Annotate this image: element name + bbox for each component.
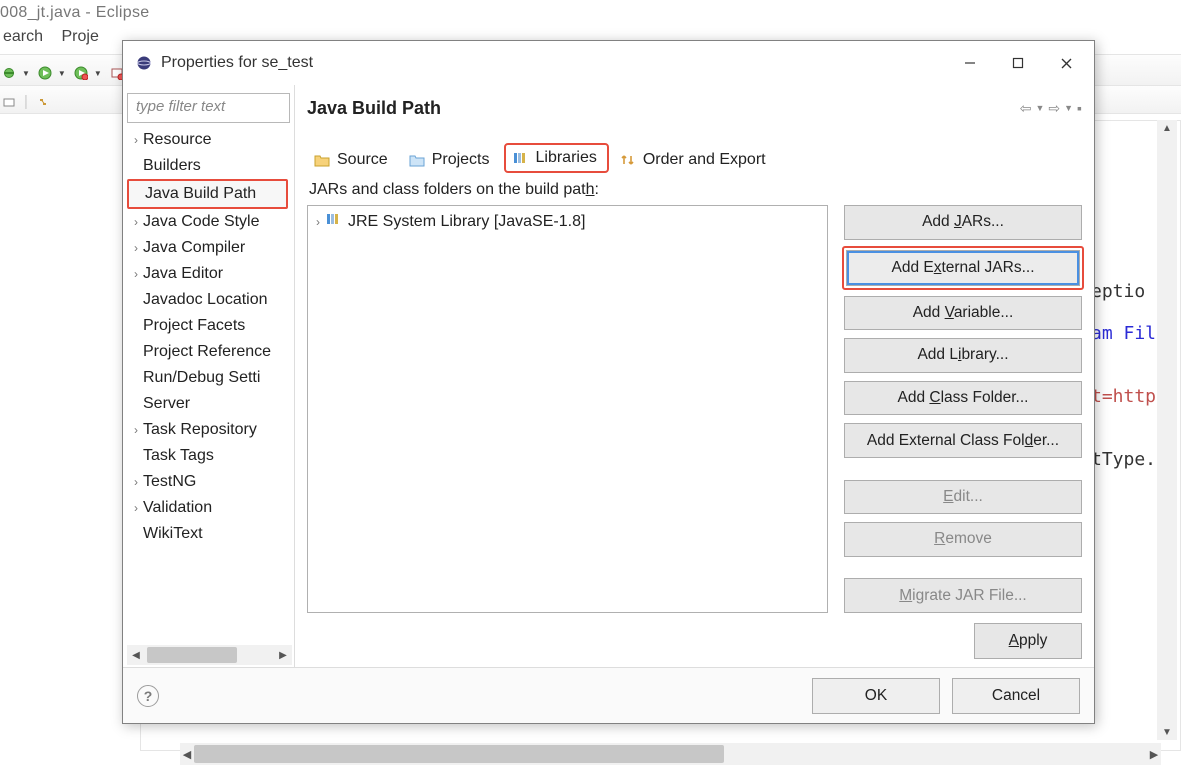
nav-javadoc-location[interactable]: ›Javadoc Location xyxy=(127,287,292,313)
nav-buttons[interactable]: ⇦▼ ⇨▼ ▪ xyxy=(1020,100,1082,117)
nav-project-facets[interactable]: ›Project Facets xyxy=(127,313,292,339)
back-icon[interactable]: ⇦ xyxy=(1020,100,1032,117)
nav-builders[interactable]: ›Builders xyxy=(127,153,292,179)
nav-run-debug[interactable]: ›Run/Debug Setti xyxy=(127,365,292,391)
order-export-icon xyxy=(619,152,637,168)
nav-resource[interactable]: ›Resource xyxy=(127,127,292,153)
add-external-jars-highlight: Add External JARs... xyxy=(842,246,1084,290)
maximize-button[interactable] xyxy=(994,45,1042,81)
debug-icon[interactable] xyxy=(0,64,18,82)
tab-order-export[interactable]: Order and Export xyxy=(613,147,776,173)
dialog-titlebar[interactable]: Properties for se_test xyxy=(123,41,1094,85)
nav-project-references[interactable]: ›Project Reference xyxy=(127,339,292,365)
add-jars-button[interactable]: Add JARs... xyxy=(844,205,1082,240)
nav-java-editor[interactable]: ›Java Editor xyxy=(127,261,292,287)
add-variable-button[interactable]: Add Variable... xyxy=(844,296,1082,331)
libraries-subtitle: JARs and class folders on the build path… xyxy=(307,173,1082,205)
run-icon[interactable] xyxy=(36,64,54,82)
dropdown-icon[interactable]: ▼ xyxy=(58,69,66,78)
library-icon xyxy=(326,212,342,231)
properties-sidebar: type filter text ›Resource ›Builders ›Ja… xyxy=(123,85,295,667)
eclipse-icon xyxy=(135,54,153,72)
projects-folder-icon xyxy=(408,152,426,168)
scroll-left-icon[interactable]: ◀ xyxy=(127,647,145,663)
menu-project[interactable]: Proje xyxy=(61,28,98,45)
nav-wikitext[interactable]: ›WikiText xyxy=(127,521,292,547)
scrollbar-thumb[interactable] xyxy=(147,647,237,663)
run-last-icon[interactable] xyxy=(72,64,90,82)
list-item[interactable]: › JRE System Library [JavaSE-1.8] xyxy=(316,212,819,231)
properties-dialog: Properties for se_test type filter text … xyxy=(122,40,1095,724)
nav-server[interactable]: ›Server xyxy=(127,391,292,417)
vertical-scrollbar[interactable]: ▲ ▼ xyxy=(1157,120,1177,740)
page-title: Java Build Path xyxy=(307,98,441,119)
add-external-class-folder-button[interactable]: Add External Class Folder... xyxy=(844,423,1082,458)
ok-button[interactable]: OK xyxy=(812,678,940,714)
link-icon[interactable] xyxy=(34,93,52,111)
menu-search[interactable]: earch xyxy=(3,28,43,45)
dropdown-icon[interactable]: ▼ xyxy=(94,69,102,78)
sidebar-scrollbar[interactable]: ◀ ▶ xyxy=(127,645,292,665)
apply-button[interactable]: Apply xyxy=(974,623,1082,659)
cancel-button[interactable]: Cancel xyxy=(952,678,1080,714)
scroll-right-icon[interactable]: ▶ xyxy=(274,647,292,663)
scroll-right-icon[interactable]: ▶ xyxy=(1147,745,1161,763)
libraries-list[interactable]: › JRE System Library [JavaSE-1.8] xyxy=(307,205,828,613)
package-icon[interactable] xyxy=(0,93,18,111)
add-library-button[interactable]: Add Library... xyxy=(844,338,1082,373)
nav-testng[interactable]: ›TestNG xyxy=(127,469,292,495)
tab-libraries[interactable]: Libraries xyxy=(504,143,609,173)
nav-java-code-style[interactable]: ›Java Code Style xyxy=(127,209,292,235)
horizontal-scrollbar[interactable]: ◀ ▶ xyxy=(180,743,1161,765)
edit-button: Edit... xyxy=(844,480,1082,515)
libraries-buttons: Add JARs... Add External JARs... Add Var… xyxy=(844,205,1082,613)
eclipse-window-title: 008_jt.java - Eclipse xyxy=(0,0,1181,28)
source-folder-icon xyxy=(313,152,331,168)
dropdown-icon[interactable]: ▼ xyxy=(1035,103,1044,113)
help-button[interactable]: ? xyxy=(137,685,159,707)
minimize-button[interactable] xyxy=(946,45,994,81)
tab-bar: Source Projects Libraries Order and Expo… xyxy=(307,143,1082,173)
scroll-down-icon[interactable]: ▼ xyxy=(1157,724,1177,740)
chevron-right-icon: › xyxy=(316,215,320,229)
nav-java-compiler[interactable]: ›Java Compiler xyxy=(127,235,292,261)
dialog-footer: ? OK Cancel xyxy=(123,667,1094,723)
close-button[interactable] xyxy=(1042,45,1090,81)
properties-main: Java Build Path ⇦▼ ⇨▼ ▪ Source Projects xyxy=(295,85,1094,667)
add-class-folder-button[interactable]: Add Class Folder... xyxy=(844,381,1082,416)
nav-task-repository[interactable]: ›Task Repository xyxy=(127,417,292,443)
dropdown-icon[interactable]: ▼ xyxy=(22,69,30,78)
dropdown-icon[interactable]: ▼ xyxy=(1064,103,1073,113)
libraries-icon xyxy=(512,150,530,166)
forward-icon[interactable]: ⇨ xyxy=(1048,100,1060,117)
scroll-up-icon[interactable]: ▲ xyxy=(1157,120,1177,136)
tab-projects[interactable]: Projects xyxy=(402,147,500,173)
nav-validation[interactable]: ›Validation xyxy=(127,495,292,521)
scrollbar-thumb[interactable] xyxy=(194,745,724,763)
dialog-title: Properties for se_test xyxy=(161,54,313,72)
scroll-left-icon[interactable]: ◀ xyxy=(180,745,194,763)
remove-button: Remove xyxy=(844,522,1082,557)
nav-task-tags[interactable]: ›Task Tags xyxy=(127,443,292,469)
tab-source[interactable]: Source xyxy=(307,147,398,173)
properties-tree[interactable]: ›Resource ›Builders ›Java Build Path ›Ja… xyxy=(127,127,292,645)
nav-java-build-path[interactable]: ›Java Build Path xyxy=(127,179,288,209)
filter-input[interactable]: type filter text xyxy=(127,93,290,123)
add-external-jars-button[interactable]: Add External JARs... xyxy=(846,250,1080,286)
migrate-jar-button: Migrate JAR File... xyxy=(844,578,1082,613)
